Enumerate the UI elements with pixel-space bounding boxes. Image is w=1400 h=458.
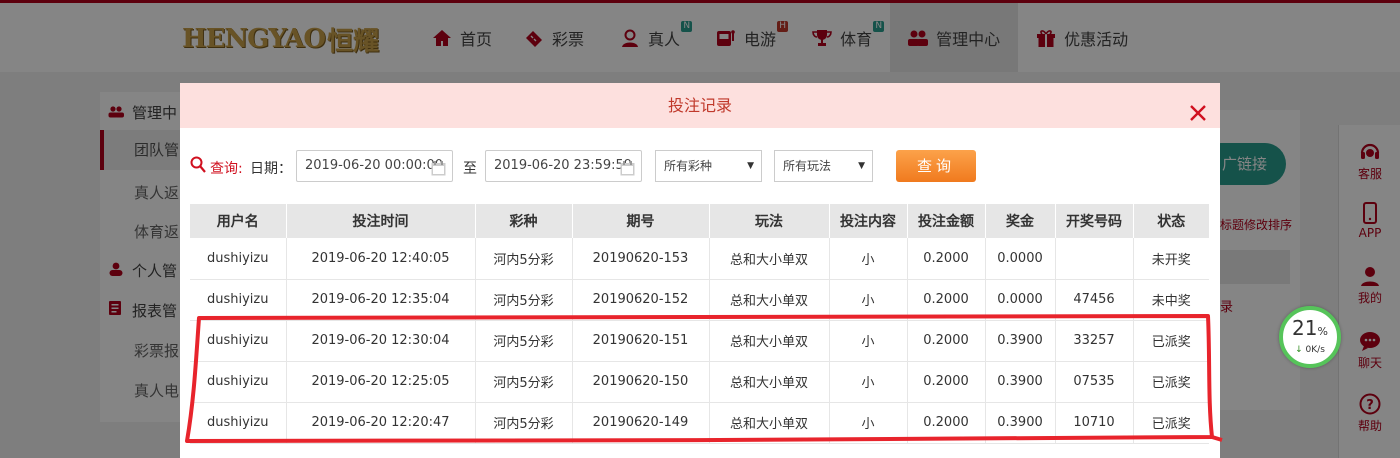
speed-rate: 0K/s bbox=[1305, 345, 1325, 355]
table-cell: dushiyizu bbox=[190, 238, 287, 280]
table-cell: 河内5分彩 bbox=[475, 320, 573, 362]
table-cell: 2019-06-20 12:40:05 bbox=[286, 238, 476, 280]
table-cell: 20190620-152 bbox=[572, 279, 710, 321]
table-row[interactable]: dushiyizu 2019-06-20 12:40:05 河内5分彩 2019062… bbox=[190, 238, 1209, 280]
table-cell: 2019-06-20 12:35:04 bbox=[286, 279, 476, 321]
column-header[interactable]: 玩法 bbox=[709, 204, 830, 238]
table-cell: 0.3900 bbox=[985, 402, 1056, 444]
date-range-to: 至 bbox=[463, 161, 477, 177]
table-cell: 2019-06-20 12:30:04 bbox=[286, 320, 476, 362]
table-cell: 总和大小单双 bbox=[709, 238, 830, 280]
table-cell: dushiyizu bbox=[190, 361, 287, 403]
table-cell: 47456 bbox=[1055, 279, 1134, 321]
table-cell: 0.0000 bbox=[985, 238, 1056, 280]
start-date-input[interactable]: 2019-06-20 00:00:00 bbox=[296, 150, 453, 182]
table-cell: 总和大小单双 bbox=[709, 361, 830, 403]
table-cell: 0.2000 bbox=[907, 238, 986, 280]
table-cell: 0.2000 bbox=[907, 361, 986, 403]
play-type-select[interactable]: 所有玩法 ▼ bbox=[774, 150, 873, 182]
column-header[interactable]: 用户名 bbox=[190, 204, 287, 238]
status-cell: 未中奖 bbox=[1133, 279, 1209, 321]
column-header[interactable]: 投注金额 bbox=[907, 204, 986, 238]
query-label: 查询: bbox=[210, 161, 243, 177]
bet-records-modal: 投注记录 查询: 日期： 2019-06-20 00:00:00 至 2019-… bbox=[180, 83, 1220, 458]
table-cell: 总和大小单双 bbox=[709, 279, 830, 321]
speed-percent-unit: % bbox=[1317, 325, 1328, 338]
table-body: dushiyizu 2019-06-20 12:40:05 河内5分彩 2019062… bbox=[190, 238, 1209, 444]
table-header-row: 用户名 投注时间 彩种 期号 玩法 投注内容 投注金额 奖金 开奖号码 状态 bbox=[190, 204, 1209, 238]
column-header[interactable]: 投注时间 bbox=[286, 204, 476, 238]
table-cell: dushiyizu bbox=[190, 279, 287, 321]
table-cell: 总和大小单双 bbox=[709, 320, 830, 362]
end-date-input[interactable]: 2019-06-20 23:59:59 bbox=[485, 150, 642, 182]
down-arrow-icon: ↓ bbox=[1295, 345, 1303, 355]
date-label: 日期： bbox=[250, 161, 292, 177]
table-row[interactable]: dushiyizu 2019-06-20 12:25:05 河内5分彩 2019062… bbox=[190, 361, 1209, 403]
table-cell: 0.3900 bbox=[985, 361, 1056, 403]
table-cell: dushiyizu bbox=[190, 320, 287, 362]
column-header[interactable]: 彩种 bbox=[475, 204, 573, 238]
table-cell: 小 bbox=[829, 361, 908, 403]
table-cell: 河内5分彩 bbox=[475, 279, 573, 321]
table-cell: 0.2000 bbox=[907, 402, 986, 444]
table-row[interactable]: dushiyizu 2019-06-20 12:35:04 河内5分彩 2019062… bbox=[190, 279, 1209, 321]
table-cell: 0.2000 bbox=[907, 279, 986, 321]
dropdown-arrow-icon: ▼ bbox=[747, 161, 754, 171]
table-cell: 2019-06-20 12:20:47 bbox=[286, 402, 476, 444]
table-cell: 总和大小单双 bbox=[709, 402, 830, 444]
table-cell: 0.2000 bbox=[907, 320, 986, 362]
table-cell: 10710 bbox=[1055, 402, 1134, 444]
table-cell: 20190620-153 bbox=[572, 238, 710, 280]
column-header[interactable]: 期号 bbox=[572, 204, 710, 238]
table-cell: 07535 bbox=[1055, 361, 1134, 403]
table-cell: 0.0000 bbox=[985, 279, 1056, 321]
query-bar: 查询: 日期： 2019-06-20 00:00:00 至 2019-06-20… bbox=[190, 150, 1210, 182]
table-cell: 小 bbox=[829, 238, 908, 280]
status-cell: 已派奖 bbox=[1133, 402, 1209, 444]
status-cell: 已派奖 bbox=[1133, 320, 1209, 362]
network-speed-widget[interactable]: 21% ↓ 0K/s bbox=[1279, 306, 1341, 368]
calendar-icon[interactable] bbox=[620, 158, 635, 176]
table-cell bbox=[1055, 238, 1134, 280]
column-header[interactable]: 投注内容 bbox=[829, 204, 908, 238]
modal-header: 投注记录 bbox=[180, 83, 1220, 128]
table-cell: dushiyizu bbox=[190, 402, 287, 444]
table-cell: 河内5分彩 bbox=[475, 361, 573, 403]
calendar-icon[interactable] bbox=[431, 158, 446, 176]
close-icon[interactable] bbox=[1188, 95, 1208, 121]
column-header[interactable]: 奖金 bbox=[985, 204, 1056, 238]
status-cell: 已派奖 bbox=[1133, 361, 1209, 403]
dropdown-arrow-icon: ▼ bbox=[858, 161, 865, 171]
table-cell: 河内5分彩 bbox=[475, 402, 573, 444]
table-cell: 20190620-151 bbox=[572, 320, 710, 362]
lottery-type-select[interactable]: 所有彩种 ▼ bbox=[655, 150, 762, 182]
table-row[interactable]: dushiyizu 2019-06-20 12:30:04 河内5分彩 2019062… bbox=[190, 320, 1209, 362]
table-row[interactable]: dushiyizu 2019-06-20 12:20:47 河内5分彩 2019062… bbox=[190, 402, 1209, 444]
speed-percent: 21 bbox=[1292, 316, 1318, 340]
table-cell: 河内5分彩 bbox=[475, 238, 573, 280]
table-cell: 0.3900 bbox=[985, 320, 1056, 362]
table-cell: 20190620-150 bbox=[572, 361, 710, 403]
table-cell: 小 bbox=[829, 279, 908, 321]
table-cell: 2019-06-20 12:25:05 bbox=[286, 361, 476, 403]
table-cell: 33257 bbox=[1055, 320, 1134, 362]
query-button[interactable]: 查询 bbox=[896, 150, 976, 182]
status-cell: 未开奖 bbox=[1133, 238, 1209, 280]
bet-records-table: 用户名 投注时间 彩种 期号 玩法 投注内容 投注金额 奖金 开奖号码 状态 dushiyizu 2… bbox=[190, 204, 1209, 444]
column-header[interactable]: 状态 bbox=[1133, 204, 1209, 238]
table-cell: 小 bbox=[829, 320, 908, 362]
search-icon bbox=[190, 156, 206, 178]
table-cell: 20190620-149 bbox=[572, 402, 710, 444]
modal-title: 投注记录 bbox=[667, 96, 732, 115]
column-header[interactable]: 开奖号码 bbox=[1055, 204, 1134, 238]
table-cell: 小 bbox=[829, 402, 908, 444]
